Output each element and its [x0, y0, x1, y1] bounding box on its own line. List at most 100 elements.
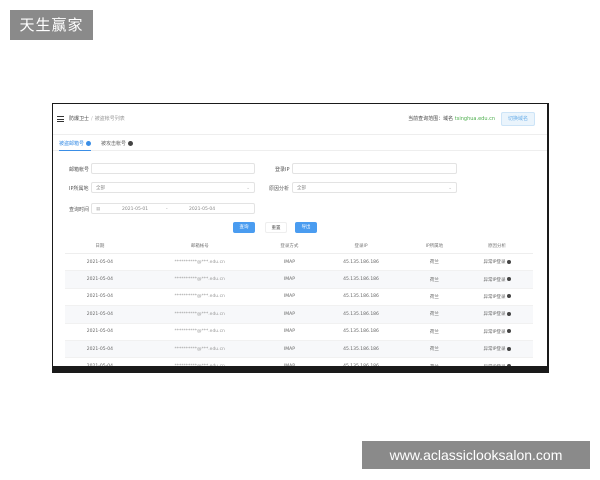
cell-ip-region: 荷兰: [407, 323, 461, 341]
cell-date: 2021-05-04: [65, 253, 135, 272]
info-icon[interactable]: [506, 311, 511, 316]
scope-domain: tsinghua.edu.cn: [454, 116, 495, 122]
cell-email: **********@***.edu.cn: [134, 340, 265, 359]
cell-login-method: IMAP: [264, 323, 315, 341]
cell-reason: 异常IP登录: [460, 323, 533, 341]
cell-reason: 异常IP登录: [460, 305, 533, 324]
table-row[interactable]: 2021-05-04**********@***.edu.cnIMAP45.13…: [65, 357, 533, 366]
export-button[interactable]: 导出: [295, 222, 317, 233]
cell-date: 2021-05-04: [65, 305, 135, 324]
date-end[interactable]: 2021-05-04: [189, 204, 215, 215]
info-icon: [86, 141, 92, 146]
table-body: 2021-05-04 **********@***.edu.cn IMAP 45.13…: [65, 253, 533, 366]
cell-login-method: IMAP: [264, 288, 315, 307]
results-table: 日期 邮箱帐号 登录方式 登录IP IP所属地 原因分析 2021-05-04 *…: [65, 238, 533, 366]
chevron-down-icon: ⌄: [448, 186, 452, 191]
cell-date: 2021-05-04: [65, 340, 135, 359]
cell-login-ip: 45.135.186.186: [314, 323, 408, 341]
cell-ip-region: 荷兰: [407, 270, 461, 289]
table-row[interactable]: 2021-05-04**********@***.edu.cnIMAP45.13…: [65, 288, 533, 307]
login-ip-label: 登录IP: [275, 167, 290, 173]
cell-login-method: IMAP: [264, 253, 315, 272]
cell-reason: 异常IP登录: [460, 357, 533, 366]
watermark-top: 天生赢家: [10, 10, 93, 40]
tab-attacked-accounts[interactable]: 被攻击帐号: [101, 140, 134, 147]
table-row[interactable]: 2021-05-04**********@***.edu.cnIMAP45.13…: [65, 305, 533, 324]
cell-email: **********@***.edu.cn: [134, 323, 265, 341]
column-header-reason: 原因分析: [460, 238, 533, 254]
info-icon[interactable]: [506, 259, 511, 264]
column-header-ip: 登录IP: [314, 238, 408, 254]
cell-ip-region: 荷兰: [407, 340, 461, 359]
cell-reason: 异常IP登录: [460, 253, 533, 272]
tab-label: 被盗邮箱号: [59, 141, 85, 147]
table-row[interactable]: 2021-05-04**********@***.edu.cnIMAP45.13…: [65, 340, 533, 359]
cell-date: 2021-05-04: [65, 288, 135, 307]
chevron-down-icon: ⌄: [246, 186, 250, 191]
cell-ip-region: 荷兰: [407, 357, 461, 366]
login-ip-input[interactable]: [292, 163, 457, 174]
cell-email: **********@***.edu.cn: [134, 288, 265, 307]
cell-ip-region: 荷兰: [407, 305, 461, 324]
cell-login-method: IMAP: [264, 270, 315, 289]
cell-date: 2021-05-04: [65, 270, 135, 289]
date-start[interactable]: 2021-05-01: [122, 204, 148, 215]
date-range-picker[interactable]: ▦ 2021-05-01 - 2021-05-04: [91, 203, 255, 214]
watermark-bottom: www.aclassiclooksalon.com: [362, 441, 590, 469]
search-button[interactable]: 查询: [233, 222, 255, 233]
cell-login-ip: 45.135.186.186: [314, 340, 408, 359]
breadcrumb-brand[interactable]: 防爆卫士: [69, 116, 89, 122]
info-icon[interactable]: [506, 329, 511, 334]
tab-bar: 被盗邮箱号 被攻击帐号: [53, 138, 547, 151]
table-row[interactable]: 2021-05-04**********@***.edu.cnIMAP45.13…: [65, 253, 533, 272]
cell-date: 2021-05-04: [65, 357, 135, 366]
cell-reason: 异常IP登录: [460, 340, 533, 359]
reset-button[interactable]: 重置: [265, 222, 287, 233]
date-label: 查询时间: [69, 207, 90, 213]
info-icon[interactable]: [506, 277, 511, 282]
cell-login-method: IMAP: [264, 357, 315, 366]
cell-date: 2021-05-04: [65, 323, 135, 341]
cell-ip-region: 荷兰: [407, 253, 461, 272]
switch-domain-button[interactable]: 切换域名: [501, 112, 535, 126]
cell-reason: 异常IP登录: [460, 288, 533, 307]
tab-label: 被攻击帐号: [101, 141, 127, 147]
cell-email: **********@***.edu.cn: [134, 253, 265, 272]
column-header-region: IP所属地: [407, 238, 461, 254]
menu-icon[interactable]: [57, 116, 64, 122]
table-header-row: 日期 邮箱帐号 登录方式 登录IP IP所属地 原因分析: [65, 238, 533, 254]
cell-ip-region: 荷兰: [407, 288, 461, 307]
cell-login-ip: 45.135.186.186: [314, 270, 408, 289]
info-icon: [128, 141, 134, 146]
cell-reason: 异常IP登录: [460, 270, 533, 289]
table-row[interactable]: 2021-05-04**********@***.edu.cnIMAP45.13…: [65, 323, 533, 341]
column-header-email: 邮箱帐号: [134, 238, 265, 254]
analysis-label: 原因分析: [269, 186, 290, 192]
info-icon[interactable]: [506, 346, 511, 351]
column-header-date: 日期: [65, 238, 135, 254]
ip-region-select[interactable]: 全部 ⌄: [91, 182, 255, 193]
cell-email: **********@***.edu.cn: [134, 357, 265, 366]
cell-login-method: IMAP: [264, 340, 315, 359]
cell-login-method: IMAP: [264, 305, 315, 324]
info-icon[interactable]: [506, 294, 511, 299]
breadcrumb-separator: /: [91, 116, 93, 122]
cell-email: **********@***.edu.cn: [134, 270, 265, 289]
date-range-separator: -: [166, 207, 168, 212]
breadcrumb: 防爆卫士 / 被盗帐号列表: [69, 115, 125, 122]
cell-login-ip: 45.135.186.186: [314, 305, 408, 324]
cell-email: **********@***.edu.cn: [134, 305, 265, 324]
table-row[interactable]: 2021-05-04**********@***.edu.cnIMAP45.13…: [65, 270, 533, 289]
email-input[interactable]: [91, 163, 255, 174]
user-scope: 当前查询范围：域名 tsinghua.edu.cn: [408, 115, 495, 122]
column-header-method: 登录方式: [264, 238, 315, 254]
cell-login-ip: 45.135.186.186: [314, 288, 408, 307]
cell-login-ip: 45.135.186.186: [314, 253, 408, 272]
app-window: 防爆卫士 / 被盗帐号列表 当前查询范围：域名 tsinghua.edu.cn 切换…: [53, 104, 547, 366]
email-label: 邮箱帐号: [69, 167, 90, 173]
tab-stolen-accounts[interactable]: 被盗邮箱号: [59, 140, 92, 151]
top-bar: 防爆卫士 / 被盗帐号列表 当前查询范围：域名 tsinghua.edu.cn 切换…: [53, 104, 547, 135]
analysis-select[interactable]: 全部 ⌄: [292, 182, 457, 193]
calendar-icon: ▦: [96, 207, 101, 212]
cell-login-ip: 45.135.186.186: [314, 357, 408, 366]
